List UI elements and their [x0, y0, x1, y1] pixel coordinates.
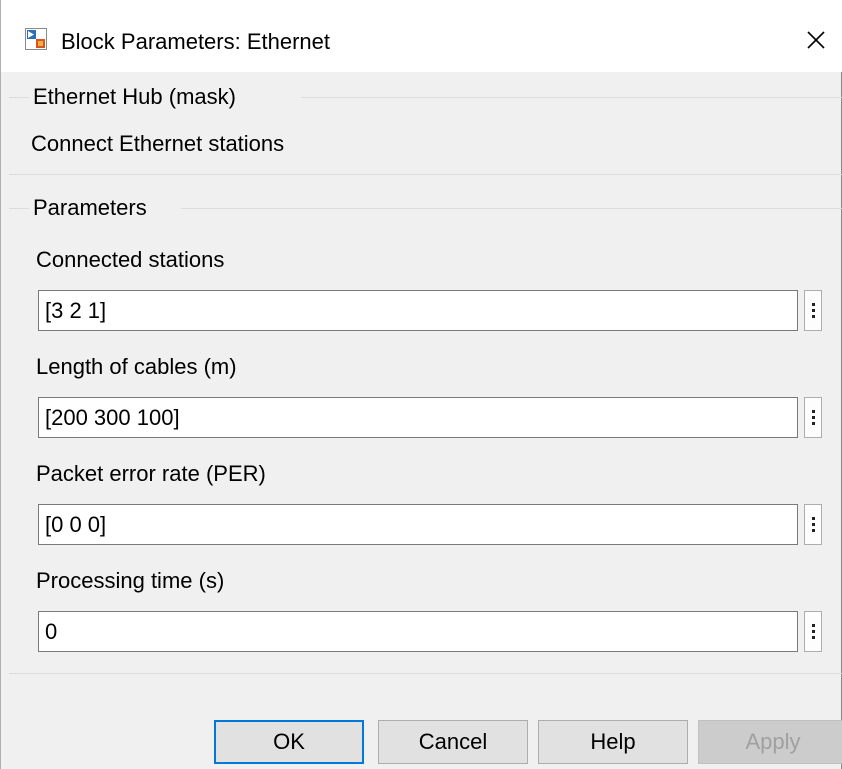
processing-time-more-button[interactable] — [804, 611, 822, 652]
mask-group-bottom-divider — [9, 174, 842, 175]
help-button[interactable]: Help — [538, 720, 688, 764]
cancel-button[interactable]: Cancel — [378, 720, 528, 764]
cable-length-label: Length of cables (m) — [36, 354, 237, 379]
connected-stations-input[interactable] — [38, 290, 798, 331]
title-bar[interactable]: Block Parameters: Ethernet — [1, 0, 842, 72]
parameters-group-title: Parameters — [31, 194, 151, 222]
window-title: Block Parameters: Ethernet — [61, 29, 331, 54]
parameters-group-border-left — [9, 208, 29, 209]
parameters-group-border-right — [181, 208, 842, 209]
mask-group-border-left — [9, 97, 29, 98]
close-icon — [807, 31, 825, 49]
packet-error-rate-label: Packet error rate (PER) — [36, 461, 266, 486]
more-options-icon — [811, 517, 815, 520]
connected-stations-more-button[interactable] — [804, 290, 822, 331]
ok-button[interactable]: OK — [214, 720, 364, 764]
cable-length-more-button[interactable] — [804, 397, 822, 438]
processing-time-input[interactable] — [38, 611, 798, 652]
block-parameters-dialog: Block Parameters: Ethernet Ethernet Hub … — [0, 0, 842, 769]
parameters-group-bottom-divider — [9, 673, 842, 674]
apply-button[interactable]: Apply — [698, 720, 842, 764]
more-options-icon — [811, 410, 815, 413]
connected-stations-label: Connected stations — [36, 247, 225, 272]
simulink-block-icon — [25, 28, 47, 50]
processing-time-label: Processing time (s) — [36, 568, 225, 593]
mask-group-border-right — [301, 97, 842, 98]
cable-length-input[interactable] — [38, 397, 798, 438]
more-options-icon — [811, 624, 815, 627]
more-options-icon — [811, 303, 815, 306]
mask-description: Connect Ethernet stations — [31, 131, 285, 156]
mask-group-title: Ethernet Hub (mask) — [31, 83, 240, 111]
packet-error-rate-input[interactable] — [38, 504, 798, 545]
packet-error-rate-more-button[interactable] — [804, 504, 822, 545]
close-button[interactable] — [790, 14, 842, 66]
